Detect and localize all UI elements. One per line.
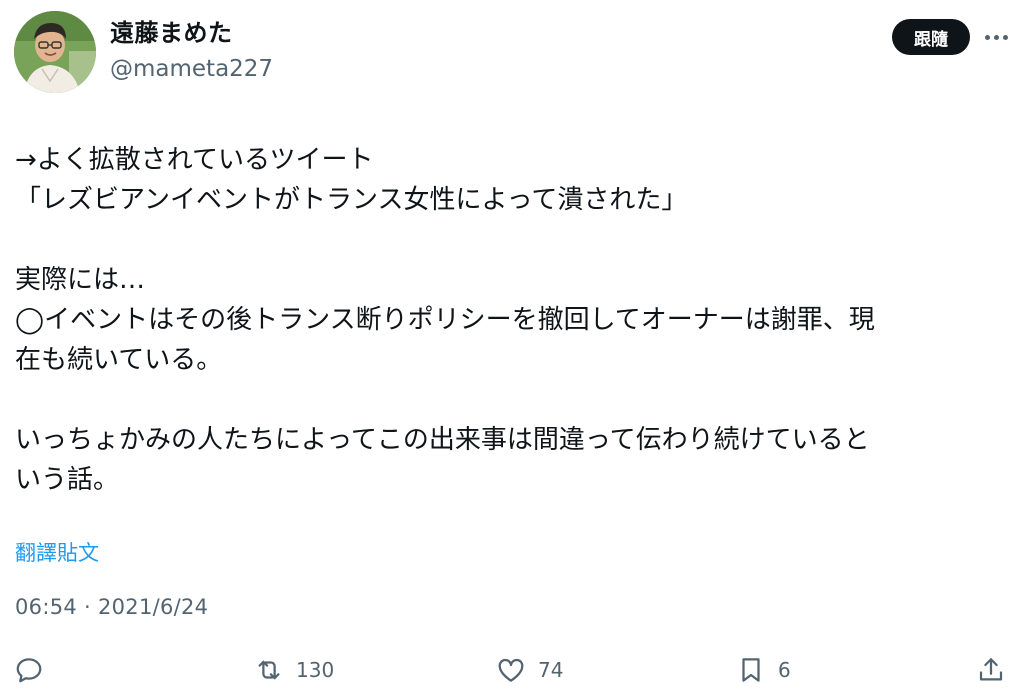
retweet-icon: [258, 660, 280, 680]
author-display-name[interactable]: 遠藤まめた: [110, 18, 233, 48]
reply-button[interactable]: [14, 652, 44, 688]
tweet-line: ◯イベントはその後トランス断りポリシーを撤回してオーナーは謝罪、現: [15, 305, 875, 335]
share-button[interactable]: [976, 652, 1006, 688]
follow-button[interactable]: 跟隨: [892, 19, 970, 55]
bookmark-button[interactable]: 6: [736, 652, 791, 688]
bookmark-count: 6: [778, 658, 791, 682]
like-count: 74: [538, 658, 564, 682]
retweet-button[interactable]: 130: [254, 652, 334, 688]
like-button[interactable]: 74: [496, 652, 563, 688]
tweet-line: 実際には…: [15, 265, 146, 295]
more-options-button[interactable]: [980, 22, 1012, 52]
tweet-time: 06:54: [15, 595, 78, 619]
tweet-timestamp[interactable]: 06:54 · 2021/6/24: [15, 592, 208, 622]
tweet-line: 「レズビアンイベントがトランス女性によって潰された」: [15, 185, 688, 215]
author-handle[interactable]: @mameta227: [110, 54, 273, 84]
retweet-count: 130: [296, 658, 335, 682]
tweet-line: 在も続いている。: [15, 345, 223, 375]
share-icon: [979, 658, 1003, 681]
translate-post-link[interactable]: 翻譯貼文: [15, 538, 99, 568]
tweet-text: →よく拡散されているツイート 「レズビアンイベントがトランス女性によって潰された…: [15, 140, 1005, 500]
tweet-line: →よく拡散されているツイート: [15, 145, 374, 175]
timestamp-separator: ·: [77, 595, 98, 619]
reply-icon: [16, 658, 42, 683]
bookmark-icon: [742, 658, 760, 682]
heart-icon: [498, 658, 524, 682]
tweet-line: いっちょかみの人たちによってこの出来事は間違って伝わり続けていると: [15, 425, 870, 455]
avatar[interactable]: [14, 11, 96, 93]
tweet-date: 2021/6/24: [97, 595, 209, 619]
tweet-line: いう話。: [15, 465, 120, 495]
more-dots-icon: [984, 34, 990, 40]
